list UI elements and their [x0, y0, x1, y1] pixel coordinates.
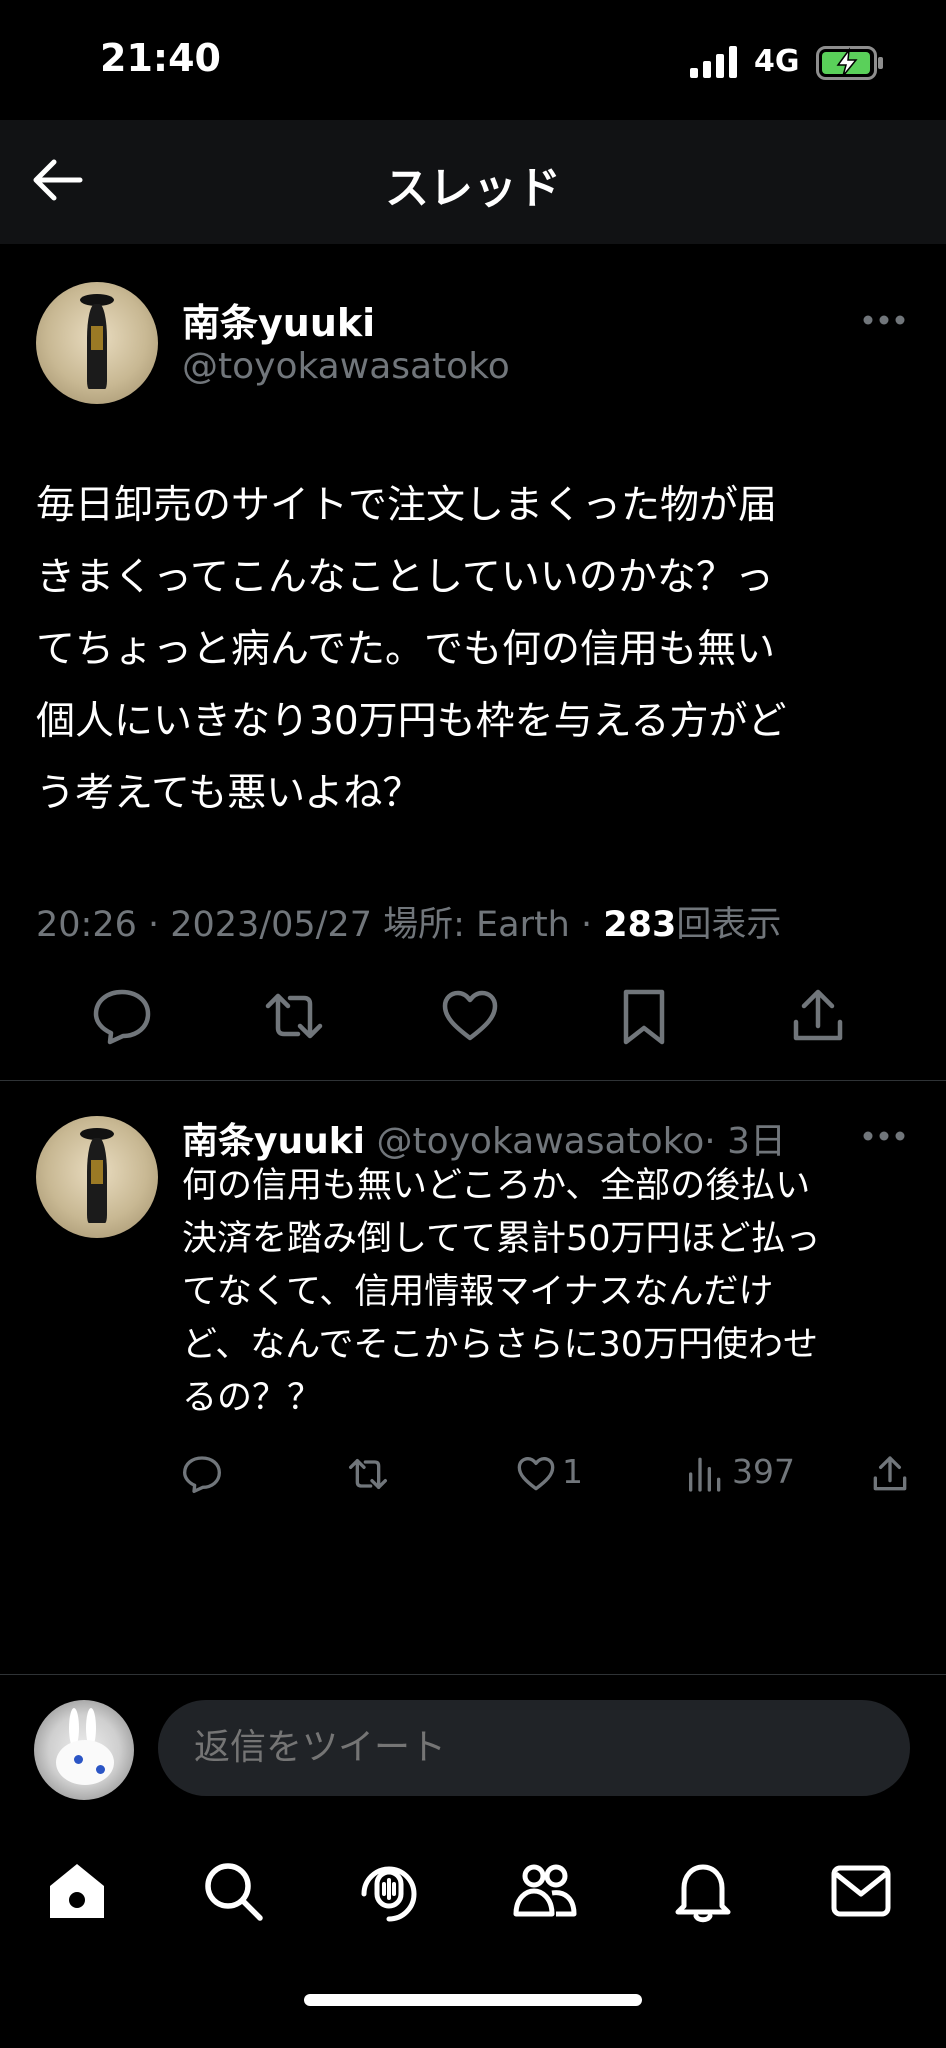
share-icon[interactable]: [788, 986, 848, 1046]
battery-icon: [816, 46, 883, 80]
spaces-icon[interactable]: [356, 1858, 422, 1924]
tweet-meta: 20:26 · 2023/05/27 場所: Earth · 283回表示: [36, 896, 781, 947]
reply-text: 何の信用も無いどころか、全部の後払い 決済を踏み倒してて累計50万円ほど払っ て…: [182, 1166, 821, 1418]
bookmark-icon[interactable]: [614, 986, 674, 1046]
more-icon[interactable]: [862, 314, 906, 326]
reply-avatar[interactable]: [36, 1116, 158, 1238]
author-name[interactable]: 南条yuuki: [182, 292, 375, 347]
reply-icon[interactable]: [182, 1454, 222, 1494]
tweet-text: 毎日卸売のサイトで注文しまくった物が届 きまくってこんなことしていいのかな？っ …: [36, 483, 787, 816]
divider: [0, 1080, 946, 1081]
retweet-icon[interactable]: [264, 986, 324, 1046]
communities-icon[interactable]: [512, 1858, 578, 1924]
divider: [0, 1674, 946, 1675]
home-icon[interactable]: [44, 1858, 110, 1924]
home-indicator: [304, 1994, 642, 2006]
more-icon[interactable]: [862, 1130, 906, 1142]
like-icon[interactable]: [440, 986, 500, 1046]
notifications-icon[interactable]: [670, 1858, 736, 1924]
views-icon[interactable]: [684, 1454, 724, 1494]
tweet-timestamp: 20:26 · 2023/05/27 場所: Earth ·: [36, 905, 604, 945]
reply-input[interactable]: [158, 1700, 910, 1796]
view-label: 回表示: [676, 905, 782, 945]
reply-time: · 3日: [704, 1121, 787, 1162]
reply-icon[interactable]: [92, 986, 152, 1046]
retweet-icon[interactable]: [348, 1454, 388, 1494]
search-icon[interactable]: [200, 1858, 266, 1924]
like-icon[interactable]: [516, 1454, 556, 1494]
signal-icon: [690, 46, 737, 78]
share-icon[interactable]: [870, 1454, 910, 1494]
reply-author-name[interactable]: 南条yuuki: [182, 1121, 365, 1162]
status-time: 21:40: [100, 36, 221, 80]
network-label: 4G: [754, 44, 800, 79]
like-count: 1: [562, 1452, 583, 1491]
reply-header: 南条yuuki @toyokawasatoko· 3日: [182, 1112, 786, 1164]
reply-view-count: 397: [732, 1452, 795, 1491]
avatar[interactable]: [36, 282, 158, 404]
page-title: スレッド: [385, 163, 561, 214]
reply-author-handle[interactable]: @toyokawasatoko: [376, 1121, 704, 1162]
current-user-avatar[interactable]: [34, 1700, 134, 1800]
view-count[interactable]: 283: [603, 905, 676, 945]
author-handle[interactable]: @toyokawasatoko: [182, 346, 510, 387]
messages-icon[interactable]: [828, 1858, 894, 1924]
